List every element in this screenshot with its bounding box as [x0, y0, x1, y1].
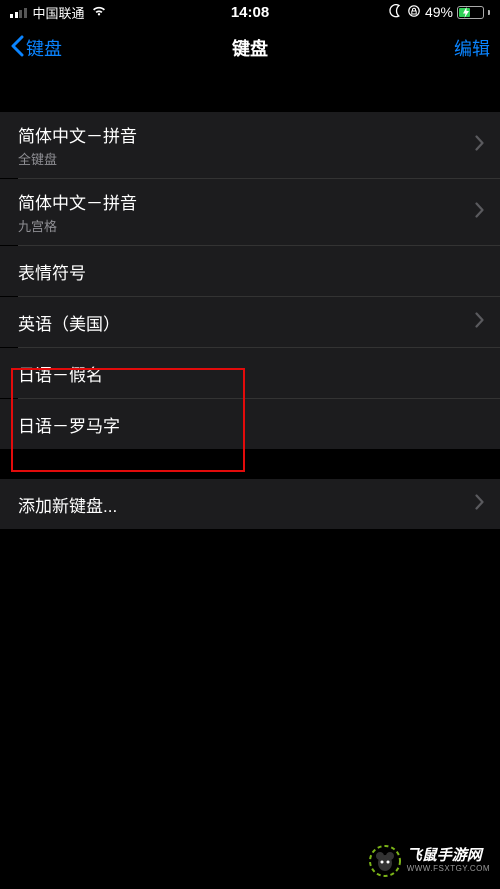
watermark: 飞鼠手游网 WWW.FSXTGY.COM	[369, 845, 490, 877]
lock-icon	[408, 4, 420, 21]
status-left: 中国联通	[10, 3, 107, 22]
chevron-right-icon	[475, 312, 484, 333]
chevron-right-icon	[475, 135, 484, 156]
carrier-label: 中国联通	[33, 3, 85, 22]
keyboards-section: 简体中文－拼音 全键盘 简体中文－拼音 九宫格 表情符号 英语（美国） 日	[0, 112, 500, 449]
back-button[interactable]: 键盘	[10, 35, 62, 62]
keyboard-title: 日语－罗马字	[18, 412, 120, 437]
watermark-title: 飞鼠手游网	[407, 848, 490, 865]
nav-bar: 键盘 键盘 编辑	[0, 24, 500, 72]
keyboard-item[interactable]: 简体中文－拼音 九宫格	[0, 179, 500, 245]
status-time: 14:08	[231, 4, 269, 21]
battery-indicator: 49%	[425, 4, 490, 20]
add-keyboard-section: 添加新键盘...	[0, 479, 500, 529]
add-keyboard-label: 添加新键盘...	[18, 492, 117, 517]
wifi-icon	[91, 4, 107, 20]
keyboard-title: 简体中文－拼音	[18, 122, 137, 147]
signal-icon	[10, 7, 27, 18]
status-right: 49%	[389, 4, 490, 21]
keyboard-item[interactable]: 表情符号	[0, 246, 500, 296]
keyboard-title: 英语（美国）	[18, 310, 120, 335]
keyboard-subtitle: 全键盘	[18, 149, 137, 168]
page-title: 键盘	[232, 35, 268, 61]
add-keyboard-button[interactable]: 添加新键盘...	[0, 479, 500, 529]
keyboard-item[interactable]: 简体中文－拼音 全键盘	[0, 112, 500, 178]
keyboard-title: 表情符号	[18, 259, 86, 284]
status-bar: 中国联通 14:08 49%	[0, 0, 500, 24]
chevron-right-icon	[475, 202, 484, 223]
mouse-logo-icon	[369, 845, 401, 877]
keyboard-item[interactable]: 日语－假名	[0, 348, 500, 398]
battery-icon	[457, 6, 484, 19]
moon-icon	[389, 4, 403, 21]
chevron-right-icon	[475, 494, 484, 515]
back-label: 键盘	[26, 35, 62, 61]
chevron-left-icon	[10, 35, 24, 62]
keyboard-title: 简体中文－拼音	[18, 189, 137, 214]
watermark-url: WWW.FSXTGY.COM	[407, 865, 490, 874]
keyboard-subtitle: 九宫格	[18, 216, 137, 235]
keyboard-item[interactable]: 英语（美国）	[0, 297, 500, 347]
keyboard-item[interactable]: 日语－罗马字	[0, 399, 500, 449]
edit-button[interactable]: 编辑	[454, 35, 490, 61]
battery-percent: 49%	[425, 4, 453, 20]
keyboard-title: 日语－假名	[18, 361, 103, 386]
